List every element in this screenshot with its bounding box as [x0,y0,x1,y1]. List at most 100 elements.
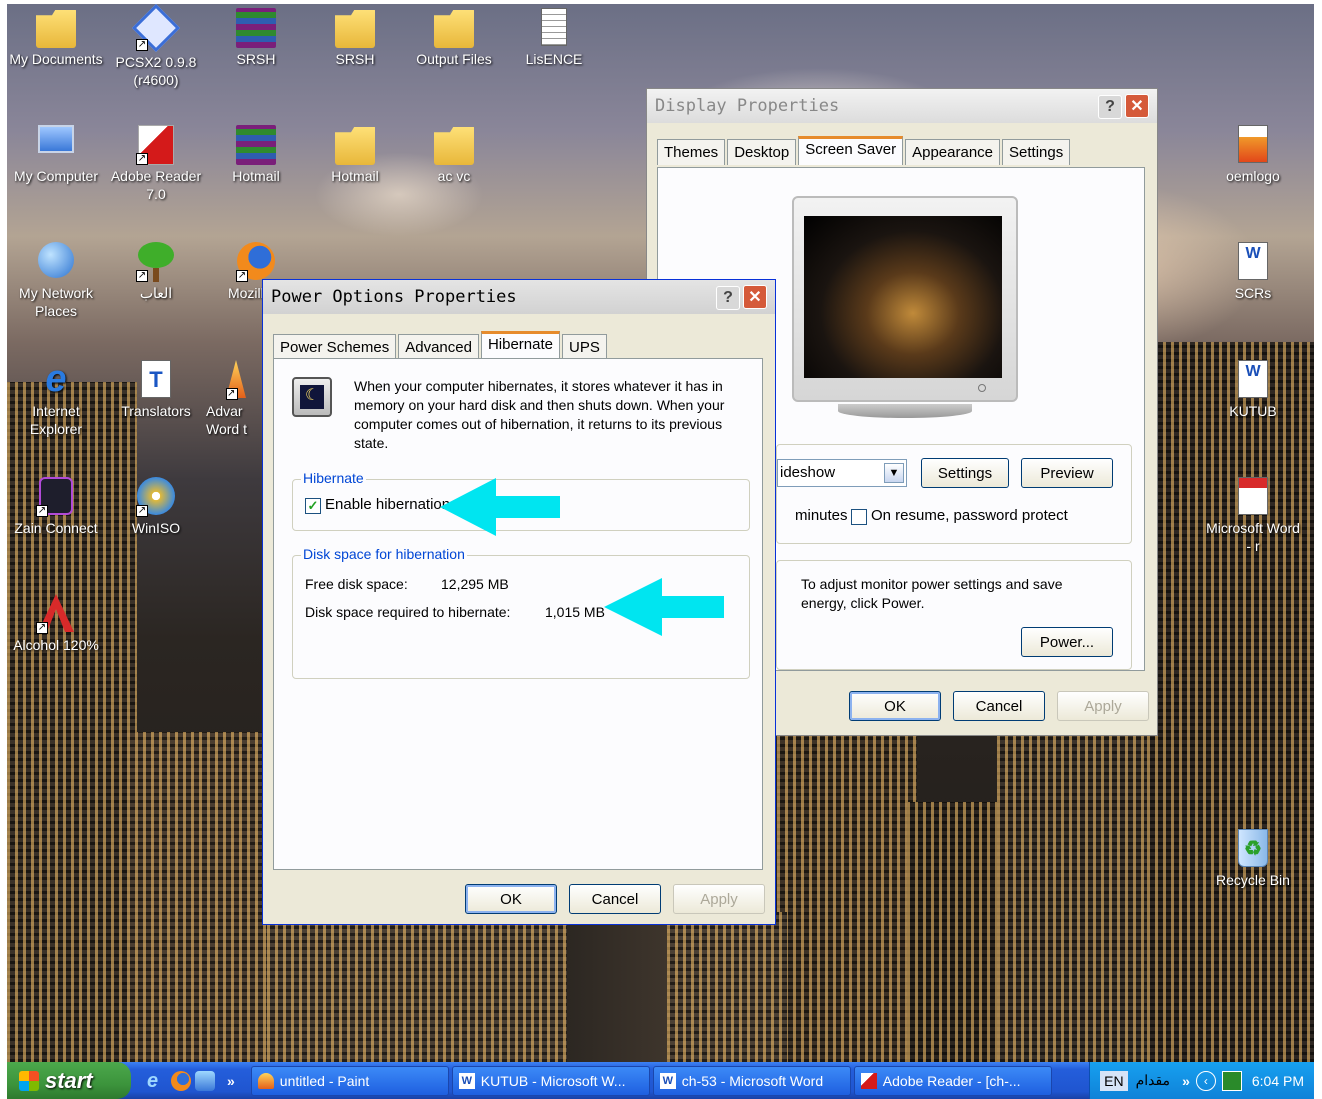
monitor-power-text: To adjust monitor power settings and sav… [801,576,1063,611]
desktop-icon-advanced-word[interactable]: ↗ Advar Word t [206,360,262,438]
word-icon: W [659,1072,676,1089]
internet-explorer-icon[interactable]: e [147,1071,167,1091]
desktop-icon-hotmail-archive[interactable]: Hotmail [206,125,306,185]
desktop-icon-label: SRSH [335,51,375,67]
tray-arabic-label: مقدام [1135,1072,1171,1088]
password-protect-checkbox[interactable] [851,509,867,525]
desktop-icon-label: Zain Connect [14,520,98,536]
desktop-icon-winiso[interactable]: ↗ WinISO [106,477,206,537]
desktop-icon-lisence[interactable]: LisENCE [504,8,604,68]
apply-button[interactable]: Apply [1057,691,1149,721]
desktop-icon-internet-explorer[interactable]: e Internet Explorer [6,360,106,438]
tab-appearance[interactable]: Appearance [905,139,1001,165]
desktop-icon-pdf-document[interactable]: Microsoft Word - r [1203,477,1303,555]
cancel-button[interactable]: Cancel [569,884,661,914]
close-button[interactable]: ✕ [743,284,767,309]
image-file-icon [1233,125,1273,165]
screen-saver-group: ideshow ▼ Settings Preview minutes On re… [776,444,1132,544]
desktop-icon-label: Alcohol 120% [13,637,99,653]
internet-explorer-icon: e [45,358,67,400]
desktop-icon-label: oemlogo [1226,168,1280,184]
desktop-icon-games[interactable]: ↗ العاب [106,242,206,302]
building [907,802,1007,1062]
power-options-tabs: Power Schemes Advanced Hibernate UPS [263,331,775,360]
desktop-icon-recycle-bin[interactable]: ♻ Recycle Bin [1203,829,1303,889]
desktop-icon-adobe-reader[interactable]: ↗ Adobe Reader 7.0 [106,125,206,203]
adobe-reader-icon: ↗ [136,125,176,165]
desktop-icon-label: ac vc [437,168,471,184]
required-disk-space-label: Disk space required to hibernate: [305,604,511,620]
tab-screen-saver[interactable]: Screen Saver [798,136,904,165]
task-ch53-word[interactable]: W ch-53 - Microsoft Word [652,1065,851,1096]
tab-themes[interactable]: Themes [657,139,726,165]
tab-desktop[interactable]: Desktop [727,139,797,165]
desktop-icon-scrs[interactable]: W SCRs [1203,242,1303,302]
ok-button[interactable]: OK [465,884,557,914]
taskbar: start e » untitled - Paint W KUTUB - Mic… [7,1062,1314,1099]
power-options-titlebar[interactable]: Power Options Properties ? ✕ [263,280,775,314]
desktop-icon-kutub[interactable]: W KUTUB [1203,360,1303,420]
desktop-icon-hotmail-folder[interactable]: Hotmail [305,125,405,185]
window-title: Display Properties [655,96,840,116]
desktop-icon-label: Translators [121,403,191,419]
tab-advanced[interactable]: Advanced [398,334,479,360]
window-title: Power Options Properties [271,287,517,307]
cancel-button[interactable]: Cancel [953,691,1045,721]
start-button[interactable]: start [7,1062,131,1099]
desktop-icon-translators[interactable]: T Translators [106,360,206,420]
screen-saver-preview-button[interactable]: Preview [1021,458,1113,488]
clock[interactable]: 6:04 PM [1252,1073,1304,1089]
desktop-icon-srsh-folder[interactable]: SRSH [305,8,405,68]
annotation-arrow-hibernation [440,478,560,536]
desktop-icon-zain-connect[interactable]: ↗ Zain Connect [6,477,106,537]
help-button[interactable]: ? [1098,94,1122,119]
apply-button[interactable]: Apply [673,884,765,914]
ok-button[interactable]: OK [849,691,941,721]
winrar-archive-icon [236,125,276,165]
alcohol-icon: ↗ [36,594,76,634]
language-indicator[interactable]: EN [1100,1070,1128,1091]
screen-saver-select[interactable]: ideshow ▼ [777,459,907,487]
quick-launch-more[interactable]: » [227,1073,235,1089]
desktop-icon-my-documents[interactable]: My Documents [6,8,106,68]
winrar-archive-icon [236,8,276,48]
ies-tray-icon[interactable] [1221,1070,1242,1091]
winiso-icon: ↗ [136,477,176,517]
tab-settings[interactable]: Settings [1002,139,1071,165]
desktop-icon-oemlogo[interactable]: oemlogo [1203,125,1303,185]
tab-power-schemes[interactable]: Power Schemes [273,334,397,360]
display-properties-titlebar[interactable]: Display Properties ? ✕ [647,89,1157,123]
hibernate-computer-icon: ☾ [292,377,332,417]
power-button[interactable]: Power... [1021,627,1113,657]
screen-saver-settings-button[interactable]: Settings [921,458,1009,488]
chevron-down-icon[interactable]: ▼ [884,463,904,483]
close-button[interactable]: ✕ [1125,93,1149,118]
tab-ups[interactable]: UPS [561,334,607,360]
pdf-file-icon [1233,477,1273,517]
desktop-icon-my-network-places[interactable]: My Network Places [6,242,106,320]
advanced-word-icon: ↗ [226,360,262,400]
task-paint[interactable]: untitled - Paint [250,1065,449,1096]
task-adobe-reader[interactable]: Adobe Reader - [ch-... [853,1065,1052,1096]
adobe-reader-icon [860,1072,877,1089]
desktop-icon-output-files[interactable]: Output Files [404,8,504,68]
desktop-icon-srsh-archive[interactable]: SRSH [206,8,306,68]
media-player-icon[interactable] [195,1070,215,1091]
tray-more[interactable]: » [1182,1073,1190,1089]
chevron-left-icon[interactable]: ‹ [1195,1070,1216,1091]
help-button[interactable]: ? [716,285,740,310]
display-properties-tabs: Themes Desktop Screen Saver Appearance S… [647,136,1157,165]
desktop-icon-ac-vc[interactable]: ac vc [404,125,504,185]
desktop-icon-label: Output Files [416,51,492,67]
enable-hibernation-checkbox[interactable]: ✓ [305,498,321,514]
tab-hibernate[interactable]: Hibernate [480,331,560,360]
start-label: start [45,1067,93,1093]
desktop-icon-pcsx2[interactable]: ↗ PCSX2 0.9.8 (r4600) [106,3,206,89]
task-kutub-word[interactable]: W KUTUB - Microsoft W... [451,1065,650,1096]
desktop-icon-alcohol-120[interactable]: ↗ Alcohol 120% [6,594,106,654]
firefox-icon[interactable] [171,1070,191,1091]
power-led-icon [978,384,986,392]
desktop-icon-my-computer[interactable]: My Computer [6,125,106,185]
desktop-icon-label: KUTUB [1229,403,1277,419]
annotation-arrow-disk-space [604,578,724,636]
